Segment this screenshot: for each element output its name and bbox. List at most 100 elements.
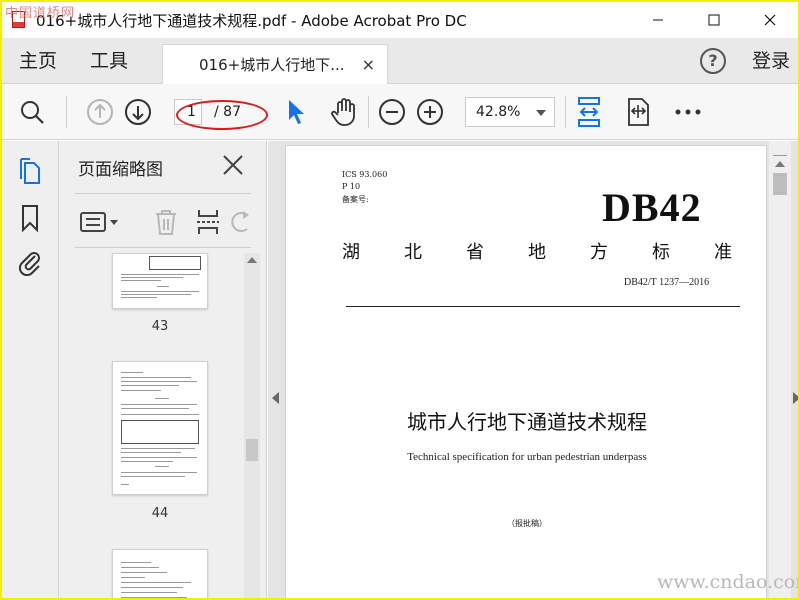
minimize-icon (653, 19, 663, 21)
toolbar-separator (368, 96, 369, 128)
menu-tools[interactable]: 工具 (90, 38, 128, 84)
previous-page-button[interactable] (86, 98, 114, 126)
menu-bar: 主页 工具 016+城市人行地下... × ? 登录 (2, 38, 798, 84)
org-char: 准 (714, 242, 732, 263)
rotate-icon (231, 211, 249, 232)
page-thumbnails-icon (20, 158, 40, 184)
header-rule (346, 306, 740, 307)
issuing-organization: 湖 北 省 地 方 标 准 (342, 238, 732, 264)
title-bar: 016+城市人行地下通道技术规程.pdf - Adobe Acrobat Pro… (2, 2, 798, 38)
insert-page-icon (197, 210, 219, 234)
search-icon (21, 101, 44, 124)
expand-page-icon (628, 98, 649, 126)
pdf-page: ICS 93.060 P 10 备案号: DB42 湖 北 省 地 方 标 准 … (285, 145, 767, 598)
site-watermark: www.cndao.com (657, 571, 798, 593)
zoom-level-value: 42.8% (476, 104, 521, 120)
close-icon (223, 155, 243, 175)
zoom-out-button[interactable] (378, 98, 406, 126)
options-menu-icon (80, 212, 118, 232)
close-window-button[interactable] (742, 2, 798, 38)
attachments-button[interactable] (15, 247, 45, 277)
filing-number: 备案号: (342, 195, 369, 204)
thumbnails-panel: 页面缩略图 43 44 (59, 141, 267, 598)
next-page-button[interactable] (124, 98, 152, 126)
menu-home[interactable]: 主页 (19, 38, 57, 84)
expand-panel-icon[interactable] (793, 392, 798, 404)
document-subtitle: Technical specification for urban pedest… (407, 451, 647, 463)
org-char: 北 (404, 242, 422, 263)
toolbar-separator (66, 96, 67, 128)
org-char: 地 (528, 242, 546, 263)
document-tab-label: 016+城市人行地下... (199, 56, 345, 74)
panel-divider (75, 247, 251, 248)
chevron-down-icon (536, 110, 546, 116)
page-thumbnails-button[interactable] (15, 157, 45, 187)
thumbnail-page-44[interactable] (112, 361, 208, 495)
thumbnail-page-45[interactable] (112, 549, 208, 598)
zoom-in-button[interactable] (416, 98, 444, 126)
more-tools-button[interactable] (674, 98, 702, 126)
minus-circle-icon (379, 99, 405, 125)
search-button[interactable] (18, 98, 46, 126)
panel-divider (75, 193, 251, 194)
document-scrollbar[interactable] (769, 141, 791, 598)
panel-toolbar (59, 201, 267, 245)
toolbar-separator (565, 96, 566, 128)
org-char: 湖 (342, 242, 360, 263)
arrow-down-circle-icon (125, 99, 151, 125)
insert-page-button[interactable] (193, 207, 223, 237)
panel-title: 页面缩略图 (78, 160, 163, 180)
full-screen-button[interactable] (624, 98, 652, 126)
more-dots-icon (675, 109, 701, 115)
close-icon (764, 14, 776, 26)
hand-tool-button[interactable] (330, 98, 358, 126)
window-title: 016+城市人行地下通道技术规程.pdf - Adobe Acrobat Pro… (36, 11, 467, 30)
site-watermark: 中国道桥网 (5, 6, 76, 21)
standard-number: DB42/T 1237—2016 (624, 277, 710, 288)
scroll-thumb (773, 173, 787, 195)
rotate-page-button[interactable] (231, 207, 251, 237)
maximize-button[interactable] (686, 2, 742, 38)
delete-page-button[interactable] (151, 207, 181, 237)
thumbnail-scrollbar[interactable] (244, 253, 260, 598)
thumbnail-list: 43 44 (59, 253, 267, 598)
select-tool-button[interactable] (282, 98, 310, 126)
plus-circle-icon (417, 99, 443, 125)
panel-close-button[interactable] (221, 153, 245, 177)
zoom-level-select[interactable]: 42.8% (465, 97, 555, 127)
annotation-circle (176, 100, 268, 130)
standard-code: DB42 (602, 185, 702, 230)
trash-icon (156, 210, 176, 235)
bookmarks-button[interactable] (15, 203, 45, 233)
navigation-rail (2, 141, 59, 598)
hand-icon (331, 98, 355, 126)
org-char: 标 (652, 242, 670, 263)
pointer-arrow-icon (289, 100, 304, 124)
ics-code: ICS 93.060 (342, 170, 388, 179)
paperclip-icon (18, 252, 40, 276)
thumbnail-label: 43 (151, 319, 169, 334)
document-tab[interactable]: 016+城市人行地下... × (162, 44, 388, 84)
org-char: 省 (466, 242, 484, 263)
fit-width-icon (578, 97, 600, 127)
scroll-up-icon (247, 257, 257, 263)
document-title: 城市人行地下通道技术规程 (407, 410, 647, 434)
scroll-up-icon (775, 161, 785, 167)
p-code: P 10 (342, 182, 361, 191)
bookmark-icon (22, 205, 38, 232)
help-icon[interactable]: ? (700, 48, 726, 74)
document-tab-close-button[interactable]: × (362, 55, 375, 74)
thumbnail-page-43[interactable] (112, 253, 208, 309)
fit-page-button[interactable] (575, 97, 603, 127)
login-button[interactable]: 登录 (752, 38, 790, 84)
thumbnail-options-button[interactable] (79, 207, 121, 237)
collapse-panel-icon[interactable] (272, 392, 279, 404)
draft-label: （报批稿） (507, 519, 547, 528)
maximize-icon (708, 14, 720, 26)
toolbar: 1 / 87 42.8% (2, 84, 798, 140)
acrobat-window: 016+城市人行地下通道技术规程.pdf - Adobe Acrobat Pro… (2, 2, 798, 598)
scroll-divider (773, 155, 787, 156)
org-char: 方 (590, 242, 608, 263)
minimize-button[interactable] (630, 2, 686, 38)
scroll-thumb (246, 439, 258, 461)
